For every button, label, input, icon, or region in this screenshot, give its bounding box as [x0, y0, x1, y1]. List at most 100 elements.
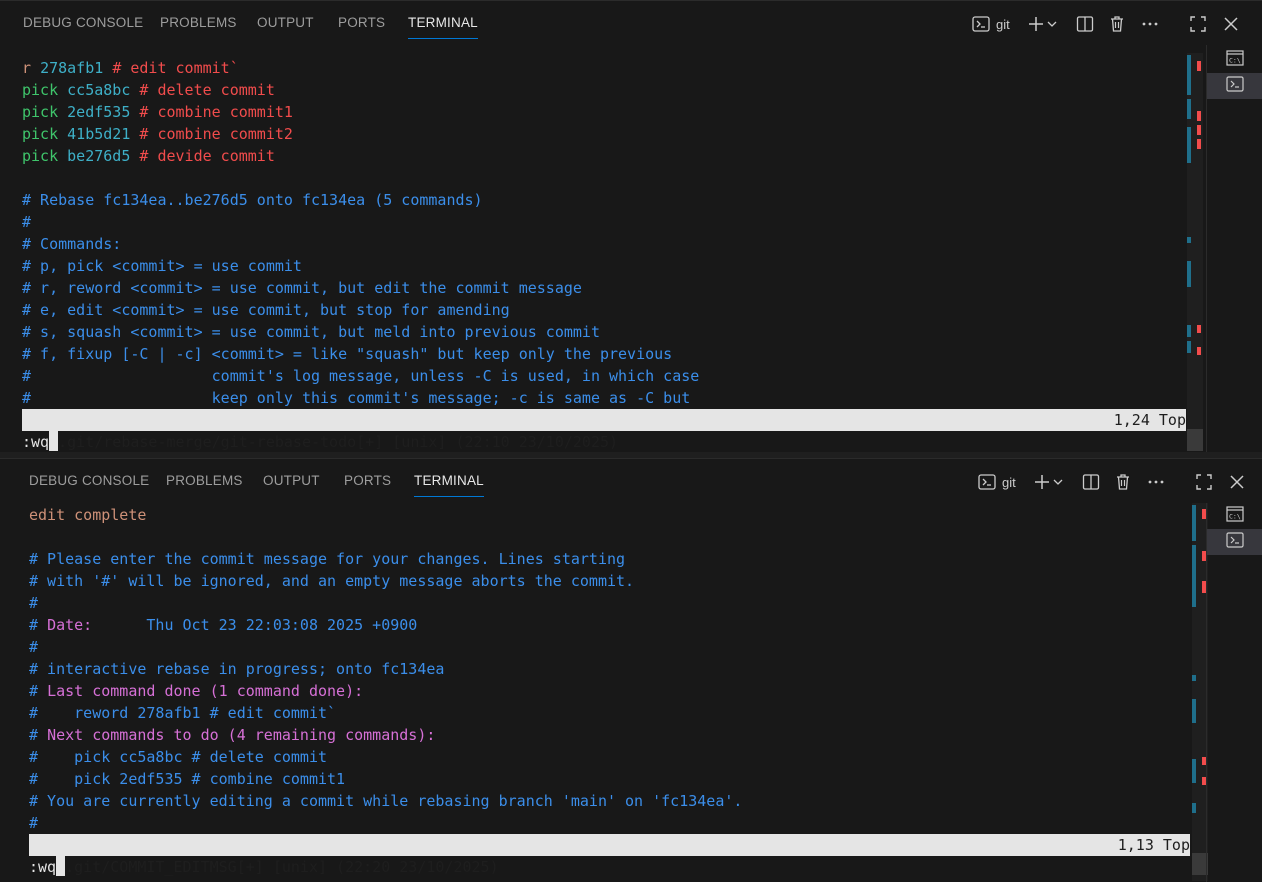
- terminal-text: # f, fixup [-C | -c] <commit> = like "sq…: [22, 345, 673, 363]
- terminal-name: git: [996, 16, 1010, 32]
- terminal-text: # commit's log message, unless -C is use…: [22, 367, 700, 385]
- scroll-mark: [1187, 237, 1191, 243]
- terminal-list-item-cmd[interactable]: C:\: [1207, 47, 1262, 73]
- terminal-icon: [1226, 76, 1244, 96]
- vim-command-line[interactable]: :wq: [29, 856, 66, 878]
- tab-output[interactable]: OUTPUT: [263, 473, 320, 488]
- terminal-text: # e, edit <commit> = use commit, but sto…: [22, 301, 510, 319]
- terminal-line: pick 41b5d21 # combine commit2: [22, 123, 1184, 145]
- terminal-list-item-cmd[interactable]: C:\: [1207, 503, 1262, 529]
- terminal-name: git: [1002, 474, 1016, 490]
- tab-debug-console[interactable]: DEBUG CONSOLE: [23, 15, 143, 30]
- close-icon: [1228, 473, 1246, 491]
- terminal-line: # with '#' will be ignored, and an empty…: [29, 570, 1184, 592]
- maximize-panel-button[interactable]: [1189, 13, 1207, 35]
- scroll-mark: [1192, 545, 1196, 607]
- split-terminal-button[interactable]: [1076, 13, 1094, 35]
- terminal-list-item-git[interactable]: [1207, 73, 1262, 99]
- terminal-output[interactable]: edit complete # Please enter the commit m…: [29, 504, 1184, 834]
- new-terminal-button[interactable]: [1033, 471, 1063, 493]
- terminal-text: pick: [22, 125, 68, 143]
- terminal-text: # Please enter the commit message for yo…: [29, 550, 626, 568]
- terminal-text: # interactive rebase in progress; onto f…: [29, 660, 445, 678]
- terminal-icon: [1226, 532, 1244, 552]
- terminal-text: # with '#' will be ignored, and an empty…: [29, 572, 635, 590]
- kill-terminal-button[interactable]: [1108, 13, 1126, 35]
- cmd-icon: C:\: [1226, 506, 1244, 526]
- more-actions-button[interactable]: [1140, 13, 1160, 35]
- tab-ports[interactable]: PORTS: [338, 15, 385, 30]
- tab-terminal[interactable]: TERMINAL: [408, 15, 478, 39]
- terminal-text: 2edf535: [67, 103, 140, 121]
- terminal-text: pick: [22, 147, 68, 165]
- terminal-text: #: [29, 616, 48, 634]
- scroll-mark: [1187, 55, 1191, 95]
- terminal-text: cc5a8bc: [67, 81, 140, 99]
- chevron-down-icon[interactable]: [1053, 477, 1063, 487]
- text-cursor: [56, 856, 66, 876]
- status-file-info: .git/COMMIT_EDITMSG[+] [unix] (22:20 23/…: [65, 858, 499, 876]
- error-mark: [1197, 347, 1201, 355]
- terminal-text: #: [29, 594, 39, 612]
- more-actions-button[interactable]: [1146, 471, 1166, 493]
- error-mark: [1197, 139, 1201, 149]
- status-position: 1,24 Top: [1113, 411, 1186, 429]
- tab-terminal[interactable]: TERMINAL: [414, 473, 484, 497]
- chevron-down-icon[interactable]: [1047, 19, 1057, 29]
- vim-command-line[interactable]: :wq: [22, 431, 59, 452]
- kill-terminal-button[interactable]: [1114, 471, 1132, 493]
- terminal-line: #: [22, 211, 1184, 233]
- terminal-text: # combine commit2: [139, 125, 293, 143]
- terminal-text: 41b5d21: [67, 125, 140, 143]
- text-cursor: [49, 431, 59, 451]
- terminal-text: be276d5: [67, 147, 140, 165]
- scroll-mark: [1187, 325, 1191, 337]
- terminal-line: # s, squash <commit> = use commit, but m…: [22, 321, 1184, 343]
- terminal-list: C:\: [1206, 45, 1262, 452]
- terminal-line: # pick 2edf535 # combine commit1: [29, 768, 1184, 790]
- maximize-panel-button[interactable]: [1195, 471, 1213, 493]
- terminal-line: #: [29, 812, 1184, 834]
- cmd-icon: C:\: [1226, 50, 1244, 70]
- terminal-text: #: [29, 638, 39, 656]
- tab-output[interactable]: OUTPUT: [257, 15, 314, 30]
- terminal-instance-button[interactable]: git: [978, 471, 1016, 493]
- terminal-text: # You are currently editing a commit whi…: [29, 792, 743, 810]
- error-mark: [1197, 325, 1201, 333]
- terminal-output[interactable]: r 278afb1 # edit commit` pick cc5a8bc # d…: [22, 57, 1184, 409]
- tab-problems[interactable]: PROBLEMS: [160, 15, 237, 30]
- split-terminal-button[interactable]: [1082, 471, 1100, 493]
- close-panel-button[interactable]: [1222, 13, 1240, 35]
- terminal-text: # p, pick <commit> = use commit: [22, 257, 302, 275]
- scroll-mark: [1187, 261, 1191, 287]
- tab-problems[interactable]: PROBLEMS: [166, 473, 243, 488]
- terminal-line: # p, pick <commit> = use commit: [22, 255, 1184, 277]
- terminal-text: # keep only this commit's message; -c is…: [22, 389, 691, 407]
- terminal-list-item-git[interactable]: [1207, 529, 1262, 555]
- terminal-panel-bottom: DEBUG CONSOLE PROBLEMS OUTPUT PORTS TERM…: [0, 458, 1262, 882]
- terminal-instance-button[interactable]: git: [972, 13, 1010, 35]
- terminal-line: # e, edit <commit> = use commit, but sto…: [22, 299, 1184, 321]
- panel-tab-bar: DEBUG CONSOLE PROBLEMS OUTPUT PORTS TERM…: [0, 1, 1262, 45]
- terminal-panel-top: DEBUG CONSOLE PROBLEMS OUTPUT PORTS TERM…: [0, 0, 1262, 452]
- close-panel-button[interactable]: [1228, 471, 1246, 493]
- new-terminal-button[interactable]: [1027, 13, 1057, 35]
- vim-status-line: .git/COMMIT_EDITMSG[+] [unix] (22:20 23/…: [29, 834, 1190, 876]
- terminal-line: # You are currently editing a commit whi…: [29, 790, 1184, 812]
- terminal-scrollbar[interactable]: [1187, 53, 1203, 451]
- scroll-thumb[interactable]: [1187, 429, 1203, 451]
- terminal-text: 278afb1: [40, 59, 113, 77]
- terminal-icon: [972, 15, 990, 33]
- ellipsis-icon: [1140, 15, 1160, 33]
- tab-ports[interactable]: PORTS: [344, 473, 391, 488]
- terminal-text: #: [29, 814, 39, 832]
- maximize-icon: [1189, 15, 1207, 33]
- plus-icon: [1033, 473, 1051, 491]
- terminal-text: # edit commit`: [112, 59, 239, 77]
- terminal-line: edit complete: [29, 504, 1184, 526]
- error-mark: [1197, 111, 1201, 121]
- tab-debug-console[interactable]: DEBUG CONSOLE: [29, 473, 149, 488]
- command-text: :wq: [22, 433, 50, 451]
- terminal-text: # combine commit1: [139, 103, 293, 121]
- terminal-text: # Rebase fc134ea..be276d5 onto fc134ea (…: [22, 191, 483, 209]
